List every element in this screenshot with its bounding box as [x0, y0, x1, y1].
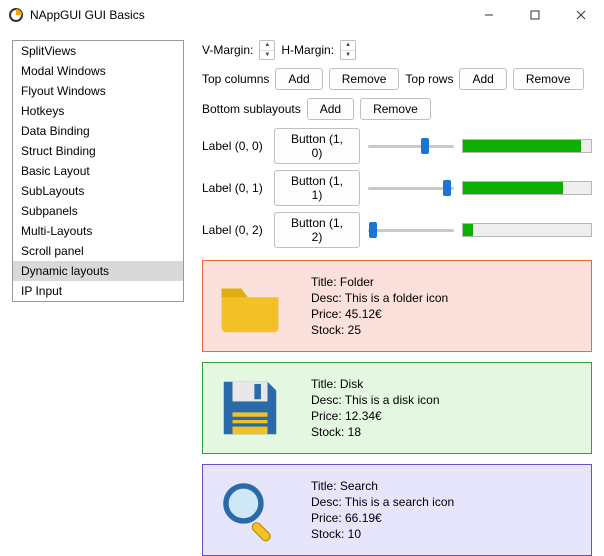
grid-label: Label (0, 1): [202, 181, 266, 195]
grid-button[interactable]: Button (1, 1): [274, 170, 360, 206]
card-price: Price: 45.12€: [311, 306, 448, 322]
sidebar-item[interactable]: SubLayouts: [13, 181, 183, 201]
titlebar: NAppGUI GUI Basics: [0, 0, 604, 30]
vmargin-label: V-Margin:: [202, 43, 253, 57]
top-columns-remove-button[interactable]: Remove: [329, 68, 400, 90]
card-desc: Desc: This is a search icon: [311, 494, 454, 510]
sidebar-item[interactable]: Basic Layout: [13, 161, 183, 181]
grid-label: Label (0, 0): [202, 139, 266, 153]
dynamic-grid: Label (0, 0) Button (1, 0) Label (0, 1) But…: [202, 128, 592, 248]
sidebar-list[interactable]: SplitViewsModal WindowsFlyout WindowsHot…: [12, 40, 184, 302]
grid-button[interactable]: Button (1, 2): [274, 212, 360, 248]
hmargin-label: H-Margin:: [281, 43, 334, 57]
card-desc: Desc: This is a folder icon: [311, 290, 448, 306]
minimize-button[interactable]: [466, 0, 512, 30]
top-rows-remove-button[interactable]: Remove: [513, 68, 584, 90]
top-rows-label: Top rows: [405, 72, 453, 86]
sidebar-item[interactable]: Modal Windows: [13, 61, 183, 81]
sidebar-item[interactable]: IP Input: [13, 281, 183, 301]
grid-slider[interactable]: [368, 179, 454, 197]
card-title: Title: Search: [311, 478, 454, 494]
hmargin-spinner[interactable]: ▲▼: [340, 40, 356, 60]
card-title: Title: Disk: [311, 376, 440, 392]
card-meta: Title: SearchDesc: This is a search icon…: [311, 478, 454, 543]
grid-progress: [462, 223, 592, 237]
card-list: Title: FolderDesc: This is a folder icon…: [202, 260, 592, 556]
card-price: Price: 12.34€: [311, 408, 440, 424]
card-meta: Title: DiskDesc: This is a disk iconPric…: [311, 376, 440, 441]
top-columns-add-button[interactable]: Add: [275, 68, 322, 90]
main-panel: V-Margin: ▲▼ H-Margin: ▲▼ Top columns Ad…: [184, 40, 592, 556]
app-icon: [8, 7, 24, 23]
sidebar-item[interactable]: Data Binding: [13, 121, 183, 141]
grid-slider[interactable]: [368, 221, 454, 239]
grid-progress: [462, 139, 592, 153]
maximize-button[interactable]: [512, 0, 558, 30]
card: Title: DiskDesc: This is a disk iconPric…: [202, 362, 592, 454]
card: Title: SearchDesc: This is a search icon…: [202, 464, 592, 556]
close-button[interactable]: [558, 0, 604, 30]
card-stock: Stock: 10: [311, 526, 454, 542]
search-icon: [215, 475, 285, 545]
card-meta: Title: FolderDesc: This is a folder icon…: [311, 274, 448, 339]
grid-label: Label (0, 2): [202, 223, 266, 237]
sidebar-item[interactable]: Hotkeys: [13, 101, 183, 121]
sidebar-item[interactable]: SplitViews: [13, 41, 183, 61]
top-columns-label: Top columns: [202, 72, 269, 86]
sidebar-item[interactable]: Multi-Layouts: [13, 221, 183, 241]
card-stock: Stock: 25: [311, 322, 448, 338]
card: Title: FolderDesc: This is a folder icon…: [202, 260, 592, 352]
sidebar-item[interactable]: Dynamic layouts: [13, 261, 183, 281]
sidebar-item[interactable]: Subpanels: [13, 201, 183, 221]
bottom-sublayouts-label: Bottom sublayouts: [202, 102, 301, 116]
card-stock: Stock: 18: [311, 424, 440, 440]
grid-button[interactable]: Button (1, 0): [274, 128, 360, 164]
sidebar-item[interactable]: Flyout Windows: [13, 81, 183, 101]
card-title: Title: Folder: [311, 274, 448, 290]
grid-slider[interactable]: [368, 137, 454, 155]
vmargin-spinner[interactable]: ▲▼: [259, 40, 275, 60]
sidebar-item[interactable]: Struct Binding: [13, 141, 183, 161]
folder-icon: [215, 271, 285, 341]
sidebar-item[interactable]: Scroll panel: [13, 241, 183, 261]
card-price: Price: 66.19€: [311, 510, 454, 526]
disk-icon: [215, 373, 285, 443]
bottom-sublayouts-remove-button[interactable]: Remove: [360, 98, 431, 120]
window-title: NAppGUI GUI Basics: [30, 8, 145, 22]
bottom-sublayouts-add-button[interactable]: Add: [307, 98, 354, 120]
grid-progress: [462, 181, 592, 195]
card-desc: Desc: This is a disk icon: [311, 392, 440, 408]
top-rows-add-button[interactable]: Add: [459, 68, 506, 90]
